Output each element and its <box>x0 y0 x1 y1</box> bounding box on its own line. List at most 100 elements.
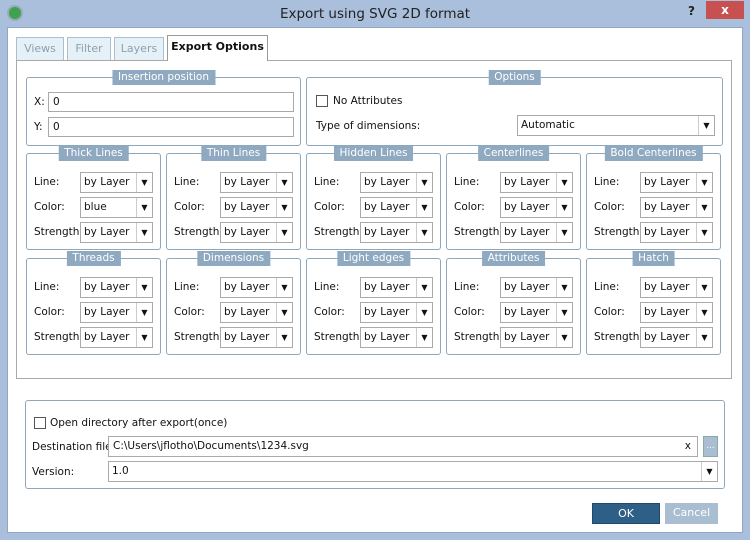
cancel-button[interactable]: Cancel <box>665 503 718 524</box>
group-title: Bold Centerlines <box>604 146 703 161</box>
group-title: Thin Lines <box>200 146 267 161</box>
group-title: Hatch <box>632 251 675 266</box>
color-value: by Layer <box>364 201 410 213</box>
color-value: by Layer <box>644 201 690 213</box>
color-dropdown[interactable]: by Layer ▼ <box>220 302 293 323</box>
destination-value: C:\Users\jflotho\Documents\1234.svg <box>113 440 309 452</box>
line-dropdown[interactable]: by Layer ▼ <box>500 277 573 298</box>
strength-dropdown[interactable]: by Layer ▼ <box>640 327 713 348</box>
strength-dropdown[interactable]: by Layer ▼ <box>500 327 573 348</box>
color-value: by Layer <box>504 201 550 213</box>
line-label: Line: <box>594 281 620 293</box>
chevron-down-icon: ▼ <box>696 198 712 217</box>
line-style-group: Threads Line: by Layer ▼ Color: by Layer ▼ Stre… <box>26 251 161 355</box>
line-label: Line: <box>174 281 200 293</box>
line-label: Line: <box>34 281 60 293</box>
chevron-down-icon: ▼ <box>276 303 292 322</box>
clear-button[interactable]: x <box>685 437 691 455</box>
color-dropdown[interactable]: by Layer ▼ <box>500 302 573 323</box>
strength-value: by Layer <box>224 331 270 343</box>
color-dropdown[interactable]: by Layer ▼ <box>80 302 153 323</box>
strength-value: by Layer <box>364 226 410 238</box>
color-dropdown[interactable]: by Layer ▼ <box>360 197 433 218</box>
destination-input[interactable]: C:\Users\jflotho\Documents\1234.svg x <box>108 436 698 457</box>
version-dropdown[interactable]: 1.0 ▼ <box>108 461 718 482</box>
line-style-group: Light edges Line: by Layer ▼ Color: by Layer ▼… <box>306 251 441 355</box>
chevron-down-icon: ▼ <box>276 328 292 347</box>
chevron-down-icon: ▼ <box>696 328 712 347</box>
strength-dropdown[interactable]: by Layer ▼ <box>360 327 433 348</box>
tab-export-options[interactable]: Export Options <box>167 35 268 61</box>
color-dropdown[interactable]: by Layer ▼ <box>500 197 573 218</box>
chevron-down-icon: ▼ <box>136 173 152 192</box>
strength-dropdown[interactable]: by Layer ▼ <box>640 222 713 243</box>
strength-value: by Layer <box>84 226 130 238</box>
browse-button[interactable]: ... <box>703 436 718 457</box>
line-style-group: Attributes Line: by Layer ▼ Color: by Layer ▼ S… <box>446 251 581 355</box>
line-dropdown[interactable]: by Layer ▼ <box>360 277 433 298</box>
strength-value: by Layer <box>644 331 690 343</box>
color-dropdown[interactable]: by Layer ▼ <box>640 302 713 323</box>
no-attributes-label: No Attributes <box>333 95 403 107</box>
tab-views[interactable]: Views <box>16 37 64 60</box>
line-style-group: Hatch Line: by Layer ▼ Color: by Layer ▼ Streng… <box>586 251 721 355</box>
no-attributes-checkbox[interactable] <box>316 95 328 107</box>
chevron-down-icon: ▼ <box>416 173 432 192</box>
close-button[interactable]: x <box>706 1 744 19</box>
strength-dropdown[interactable]: by Layer ▼ <box>500 222 573 243</box>
line-dropdown[interactable]: by Layer ▼ <box>220 277 293 298</box>
group-title: Thick Lines <box>58 146 129 161</box>
y-input[interactable]: 0 <box>48 117 294 137</box>
dimensions-dropdown[interactable]: Automatic ▼ <box>517 115 715 136</box>
strength-dropdown[interactable]: by Layer ▼ <box>220 222 293 243</box>
chevron-down-icon: ▼ <box>556 198 572 217</box>
version-label: Version: <box>32 466 75 478</box>
strength-label: Strength: <box>594 226 643 238</box>
x-label: X: <box>34 96 45 108</box>
open-directory-checkbox[interactable] <box>34 417 46 429</box>
line-style-group: Centerlines Line: by Layer ▼ Color: by Layer ▼… <box>446 146 581 250</box>
group-title: Threads <box>66 251 121 266</box>
ok-button[interactable]: OK <box>592 503 660 524</box>
color-dropdown[interactable]: blue ▼ <box>80 197 153 218</box>
x-input[interactable]: 0 <box>48 92 294 112</box>
line-dropdown[interactable]: by Layer ▼ <box>500 172 573 193</box>
line-dropdown[interactable]: by Layer ▼ <box>220 172 293 193</box>
strength-dropdown[interactable]: by Layer ▼ <box>360 222 433 243</box>
strength-label: Strength: <box>454 226 503 238</box>
tab-layers[interactable]: Layers <box>114 37 164 60</box>
strength-label: Strength: <box>174 226 223 238</box>
title-bar: Export using SVG 2D format ? x <box>0 0 750 28</box>
color-label: Color: <box>594 306 625 318</box>
line-dropdown[interactable]: by Layer ▼ <box>640 172 713 193</box>
group-title: Insertion position <box>111 70 216 85</box>
line-style-group: Dimensions Line: by Layer ▼ Color: by Layer ▼ S… <box>166 251 301 355</box>
strength-dropdown[interactable]: by Layer ▼ <box>80 327 153 348</box>
line-dropdown[interactable]: by Layer ▼ <box>360 172 433 193</box>
line-dropdown[interactable]: by Layer ▼ <box>80 172 153 193</box>
line-value: by Layer <box>504 176 550 188</box>
chevron-down-icon: ▼ <box>276 198 292 217</box>
color-dropdown[interactable]: by Layer ▼ <box>360 302 433 323</box>
color-dropdown[interactable]: by Layer ▼ <box>640 197 713 218</box>
line-value: by Layer <box>644 281 690 293</box>
strength-dropdown[interactable]: by Layer ▼ <box>220 327 293 348</box>
strength-dropdown[interactable]: by Layer ▼ <box>80 222 153 243</box>
group-title: Dimensions <box>196 251 271 266</box>
line-value: by Layer <box>644 176 690 188</box>
chevron-down-icon: ▼ <box>556 328 572 347</box>
tab-filter[interactable]: Filter <box>67 37 111 60</box>
color-label: Color: <box>454 306 485 318</box>
line-dropdown[interactable]: by Layer ▼ <box>80 277 153 298</box>
line-label: Line: <box>34 176 60 188</box>
chevron-down-icon: ▼ <box>276 223 292 242</box>
chevron-down-icon: ▼ <box>276 173 292 192</box>
chevron-down-icon: ▼ <box>556 223 572 242</box>
chevron-down-icon: ▼ <box>136 198 152 217</box>
group-title: Hidden Lines <box>333 146 414 161</box>
chevron-down-icon: ▼ <box>701 462 717 481</box>
line-dropdown[interactable]: by Layer ▼ <box>640 277 713 298</box>
help-button[interactable]: ? <box>688 4 695 18</box>
strength-label: Strength: <box>174 331 223 343</box>
color-dropdown[interactable]: by Layer ▼ <box>220 197 293 218</box>
